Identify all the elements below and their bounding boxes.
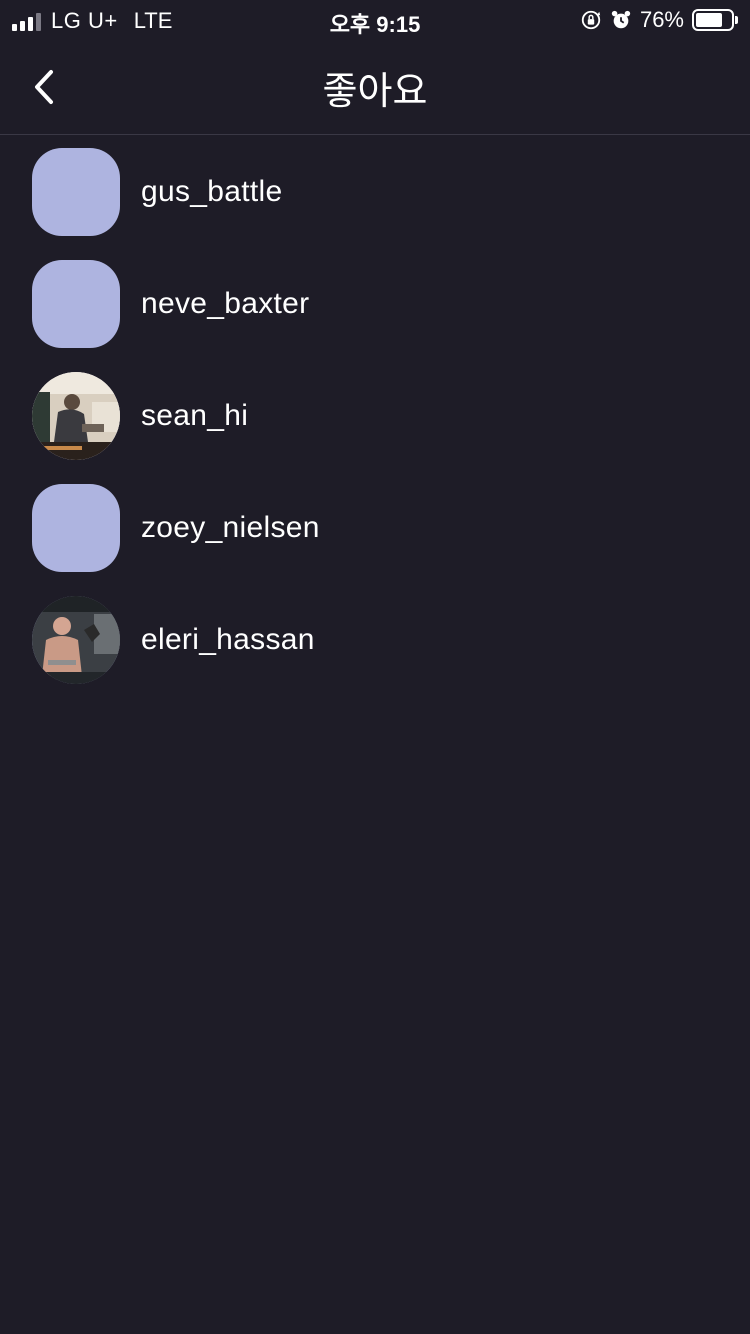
avatar[interactable]	[32, 484, 120, 572]
battery-percent: 76%	[639, 7, 684, 32]
list-item[interactable]: neve_baxter	[0, 248, 750, 360]
username-label[interactable]: eleri_hassan	[141, 623, 315, 657]
nav-bar: 좋아요	[0, 40, 750, 135]
list-item[interactable]: sean_hi	[0, 360, 750, 472]
username-label[interactable]: neve_baxter	[141, 287, 309, 321]
status-right: 76%	[580, 7, 738, 33]
avatar[interactable]	[32, 372, 120, 460]
likes-list: gus_battle neve_baxter sean_hi zoey_niel…	[0, 136, 750, 696]
avatar-photo-image	[32, 372, 120, 460]
alarm-icon	[611, 10, 631, 29]
avatar[interactable]	[32, 148, 120, 236]
username-label[interactable]: zoey_nielsen	[141, 511, 320, 545]
avatar[interactable]	[32, 596, 120, 684]
status-bar: LG U+ LTE 오후 9:15 76%	[0, 0, 750, 40]
username-label[interactable]: gus_battle	[141, 175, 282, 209]
page-title: 좋아요	[322, 69, 428, 113]
username-label[interactable]: sean_hi	[141, 399, 248, 433]
list-item[interactable]: eleri_hassan	[0, 584, 750, 696]
list-item[interactable]: zoey_nielsen	[0, 472, 750, 584]
list-item[interactable]: gus_battle	[0, 136, 750, 248]
avatar-photo-image	[32, 596, 120, 684]
likes-screen: LG U+ LTE 오후 9:15 76% 좋아요 gus_battle nev…	[0, 0, 750, 1334]
avatar[interactable]	[32, 260, 120, 348]
rotation-lock-icon	[581, 10, 601, 30]
battery-icon	[692, 9, 738, 31]
